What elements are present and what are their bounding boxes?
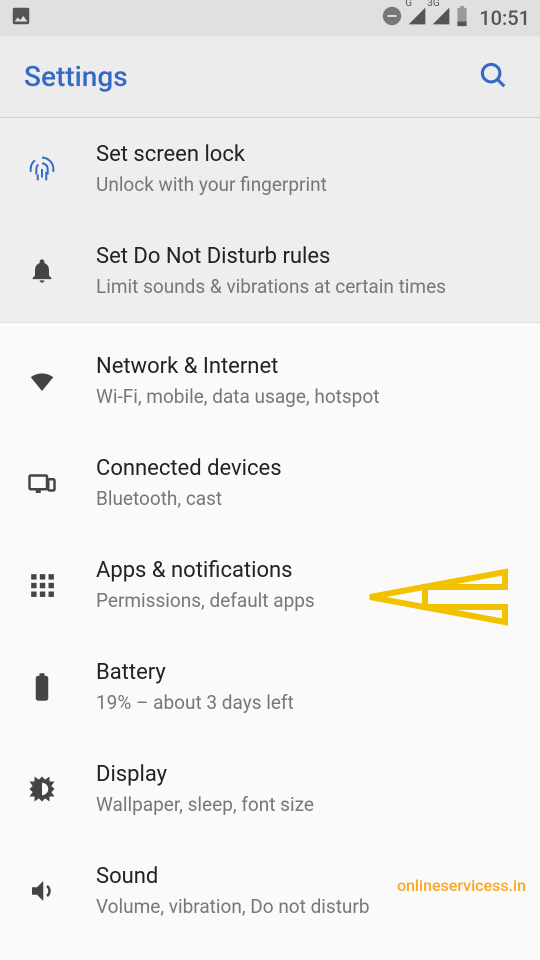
signal-1-icon: G (407, 6, 427, 30)
watermark: onlineservicess.in (397, 876, 526, 895)
item-title: Apps & notifications (96, 558, 315, 583)
item-apps-notifications[interactable]: Apps & notifications Permissions, defaul… (0, 534, 540, 636)
item-subtitle: Permissions, default apps (96, 589, 315, 612)
fingerprint-icon (24, 151, 60, 187)
item-subtitle: 19% – about 3 days left (96, 691, 294, 714)
item-title: Network & Internet (96, 354, 379, 379)
item-title: Display (96, 762, 314, 787)
app-bar: Settings (0, 36, 540, 118)
signal-2-icon: 3G (431, 6, 451, 30)
search-icon (478, 78, 508, 93)
status-left (10, 5, 32, 31)
item-connected-devices[interactable]: Connected devices Bluetooth, cast (0, 432, 540, 534)
item-subtitle: Bluetooth, cast (96, 487, 282, 510)
item-title: Connected devices (96, 456, 282, 481)
battery-item-icon (24, 669, 60, 705)
item-subtitle: Wallpaper, sleep, font size (96, 793, 314, 816)
suggestion-title: Set Do Not Disturb rules (96, 244, 446, 269)
status-bar: G 3G 10:51 (0, 0, 540, 36)
item-subtitle: Volume, vibration, Do not disturb (96, 895, 370, 918)
battery-icon (455, 5, 469, 31)
item-title: Sound (96, 864, 370, 889)
brightness-icon (24, 771, 60, 807)
devices-icon (24, 465, 60, 501)
item-battery[interactable]: Battery 19% – about 3 days left (0, 636, 540, 738)
item-display[interactable]: Display Wallpaper, sleep, font size (0, 738, 540, 840)
suggestion-section: Set screen lock Unlock with your fingerp… (0, 118, 540, 322)
suggestion-title: Set screen lock (96, 142, 327, 167)
page-title: Settings (24, 60, 128, 93)
suggestion-subtitle: Unlock with your fingerprint (96, 173, 327, 196)
picture-icon (10, 5, 32, 31)
apps-grid-icon (24, 567, 60, 603)
item-subtitle: Wi-Fi, mobile, data usage, hotspot (96, 385, 379, 408)
suggestion-screen-lock[interactable]: Set screen lock Unlock with your fingerp… (0, 118, 540, 220)
status-right: G 3G 10:51 (381, 5, 530, 31)
suggestion-dnd[interactable]: Set Do Not Disturb rules Limit sounds & … (0, 220, 540, 322)
bell-icon (24, 253, 60, 289)
suggestion-subtitle: Limit sounds & vibrations at certain tim… (96, 275, 446, 298)
item-title: Battery (96, 660, 294, 685)
search-button[interactable] (470, 52, 516, 101)
status-time: 10:51 (479, 6, 530, 30)
settings-list: Network & Internet Wi-Fi, mobile, data u… (0, 330, 540, 942)
dnd-icon (381, 5, 403, 31)
wifi-icon (24, 363, 60, 399)
item-network[interactable]: Network & Internet Wi-Fi, mobile, data u… (0, 330, 540, 432)
volume-icon (24, 873, 60, 909)
